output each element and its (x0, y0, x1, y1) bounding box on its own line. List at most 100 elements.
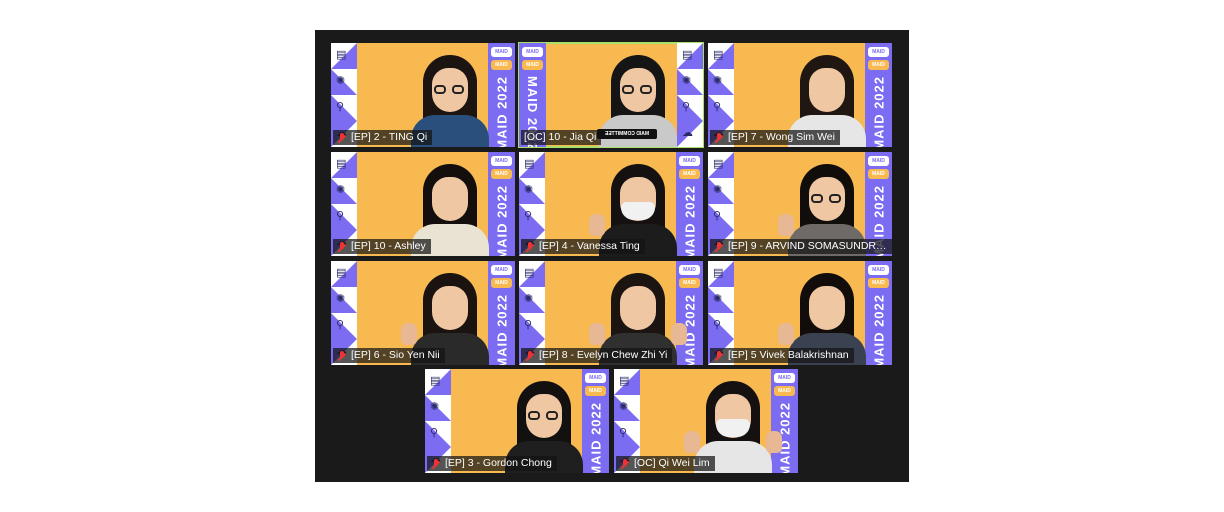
event-banner: MAID MAID MAID 2022 (488, 261, 515, 365)
stethoscope-icon: ⚲ (336, 209, 345, 222)
banner-logo: MAID (491, 60, 512, 70)
event-banner: MAID MAID MAID 2022 (865, 43, 892, 147)
pattern-cell: ✺ (614, 395, 640, 421)
participant-name-label: [EP] 10 - Ashley (333, 239, 431, 254)
event-banner: MAID MAID MAID 2022 (771, 369, 798, 473)
participant-name: [EP] 6 - Sio Yen Nii (351, 349, 440, 361)
stethoscope-icon: ⚲ (713, 209, 722, 222)
pattern-cell: ✺ (677, 69, 703, 95)
face (432, 286, 468, 330)
participant-tile[interactable]: ▤✺⚲☁MAIDMAIDMAID 2022[EP] 5 Vivek Balakr… (708, 261, 892, 365)
pattern-cell: ⚲ (331, 95, 357, 121)
stethoscope-icon: ⚲ (336, 318, 345, 331)
hand (778, 323, 794, 345)
pattern-cell: ▤ (519, 261, 545, 287)
document-icon: ▤ (713, 48, 724, 61)
participant-tile[interactable]: ▤✺⚲☁MAIDMAIDMAID 2022[EP] 4 - Vanessa Ti… (519, 152, 703, 256)
mic-muted-icon (713, 350, 725, 362)
participant-name-label: [EP] 7 - Wong Sim Wei (710, 130, 840, 145)
participant-name-label: [EP] 6 - Sio Yen Nii (333, 348, 445, 363)
document-icon: ▤ (336, 266, 347, 279)
banner-logo: MAID (868, 156, 889, 166)
participant-tile[interactable]: ▤✺⚲☁MAIDMAIDMAID 2022[EP] 10 - Ashley (331, 152, 515, 256)
participant-name-label: [EP] 9 - ARVIND SOMASUNDRAM ... (710, 239, 892, 254)
banner-logo: MAID (868, 169, 889, 179)
stethoscope-icon: ⚲ (524, 318, 533, 331)
pattern-cell: ▤ (677, 43, 703, 69)
participant-name-label: [EP] 4 - Vanessa Ting (521, 239, 645, 254)
lightbulb-icon: ✺ (430, 400, 440, 413)
event-banner: MAID MAID MAID 2022 (582, 369, 609, 473)
event-banner: MAID MAID MAID 2022 (488, 152, 515, 256)
face-mask (621, 202, 655, 220)
participant-name-label: [EP] 2 - TING Qi (333, 130, 433, 145)
participant-tile[interactable]: ▤✺⚲☁MAIDMAIDMAID 2022[EP] 8 - Evelyn Che… (519, 261, 703, 365)
document-icon: ▤ (619, 374, 630, 387)
banner-logo: MAID (522, 60, 543, 70)
brain-icon: ☁ (682, 126, 693, 139)
banner-logo: MAID (774, 386, 795, 396)
hand (684, 431, 700, 453)
hand (671, 323, 687, 345)
participant-tile[interactable]: ▤✺⚲☁MAIDMAIDMAID 2022[OC] Qi Wei Lim (614, 369, 798, 473)
stethoscope-icon: ⚲ (713, 100, 722, 113)
participant-tile[interactable]: ▤✺⚲☁MAIDMAIDMAID 2022[EP] 6 - Sio Yen Ni… (331, 261, 515, 365)
pattern-cell: ⚲ (519, 313, 545, 339)
participant-name: [OC] 10 - Jia Qi (524, 131, 597, 143)
document-icon: ▤ (713, 157, 724, 170)
banner-logo: MAID (679, 156, 700, 166)
pattern-cell: ✺ (331, 178, 357, 204)
pattern-cell: ⚲ (331, 313, 357, 339)
mic-muted-icon (524, 350, 536, 362)
document-icon: ▤ (336, 157, 347, 170)
participant-tile[interactable]: ▤✺⚲☁MAIDMAIDMAID 2022[EP] 3 - Gordon Cho… (425, 369, 609, 473)
participant-name-label: [OC] Qi Wei Lim (616, 456, 715, 471)
pattern-cell: ▤ (331, 43, 357, 69)
pattern-cell: ⚲ (677, 95, 703, 121)
participant-name: [EP] 9 - ARVIND SOMASUNDRAM ... (728, 240, 888, 252)
banner-title: MAID 2022 (682, 185, 697, 256)
pattern-cell: ✺ (331, 69, 357, 95)
lightbulb-icon: ✺ (336, 292, 346, 305)
participant-tile[interactable]: ▤✺⚲☁MAIDMAIDMAID 2022[EP] 2 - TING Qi (331, 43, 515, 147)
glasses (528, 411, 560, 421)
banner-logo: MAID (585, 386, 606, 396)
mic-muted-icon (336, 350, 348, 362)
participant-tile[interactable]: ▤ ✺ ⚲ ☁ MAID MAID MAID 2022 MAID COMMITTEE [OC] … (518, 42, 704, 148)
participant-name: [EP] 5 Vivek Balakrishnan (728, 349, 849, 361)
pattern-cell: ⚲ (331, 204, 357, 230)
stethoscope-icon: ⚲ (336, 100, 345, 113)
banner-logo: MAID (491, 169, 512, 179)
lightbulb-icon: ✺ (682, 74, 692, 87)
participant-tile[interactable]: ▤✺⚲☁MAIDMAIDMAID 2022[EP] 7 - Wong Sim W… (708, 43, 892, 147)
glasses (811, 194, 843, 204)
participant-name: [EP] 7 - Wong Sim Wei (728, 131, 835, 143)
event-banner: MAID MAID MAID 2022 (676, 261, 703, 365)
document-icon: ▤ (430, 374, 441, 387)
glasses (622, 85, 654, 95)
banner-logo: MAID (679, 265, 700, 275)
banner-logo: MAID (491, 278, 512, 288)
banner-title: MAID 2022 (871, 76, 886, 147)
participant-name: [OC] Qi Wei Lim (634, 457, 710, 469)
mic-muted-icon (336, 241, 348, 253)
pattern-cell: ⚲ (708, 313, 734, 339)
mic-muted-icon (524, 241, 536, 253)
face (809, 68, 845, 112)
pattern-cell: ⚲ (614, 421, 640, 447)
hand (778, 214, 794, 236)
banner-logo: MAID (522, 47, 543, 57)
banner-logo: MAID (679, 169, 700, 179)
video-gallery: ▤ ✺ ⚲ ☁ MAID MAID MAID 2022 [EP] 2 - TING Qi ▤ ✺ ⚲… (315, 30, 909, 482)
lightbulb-icon: ✺ (619, 400, 629, 413)
face (620, 286, 656, 330)
stethoscope-icon: ⚲ (619, 426, 628, 439)
pattern-cell: ⚲ (708, 204, 734, 230)
mic-muted-icon (713, 132, 725, 144)
banner-logo: MAID (491, 156, 512, 166)
participant-name: [EP] 10 - Ashley (351, 240, 426, 252)
participant-tile[interactable]: ▤✺⚲☁MAIDMAIDMAID 2022[EP] 9 - ARVIND SOM… (708, 152, 892, 256)
pattern-cell: ✺ (519, 178, 545, 204)
banner-logo: MAID (774, 373, 795, 383)
event-banner: MAID MAID MAID 2022 (865, 261, 892, 365)
